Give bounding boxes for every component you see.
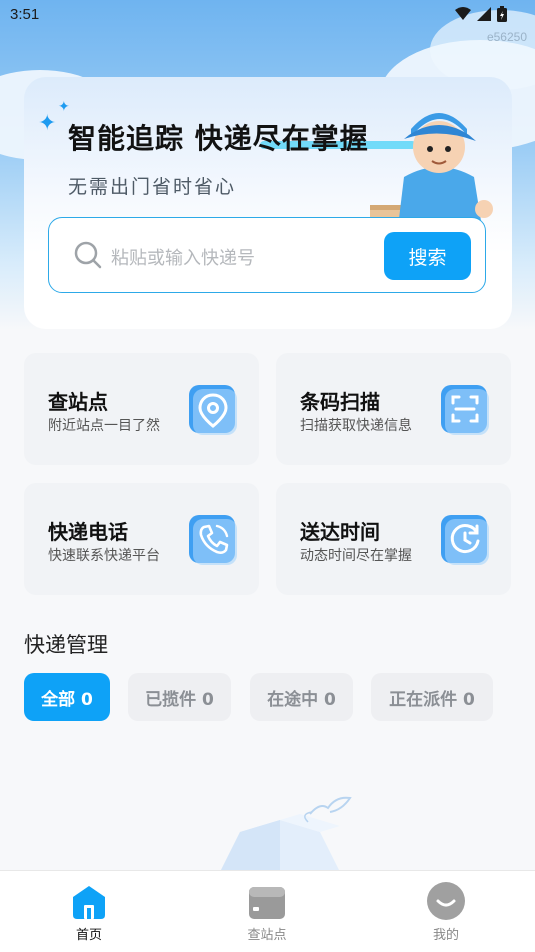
hero-card: ✦ ✦ 智能追踪 快递尽在掌握 无需出门省时省心 粘贴或输入快递号 搜索 bbox=[24, 77, 512, 329]
card-title: 快递电话 bbox=[48, 520, 128, 544]
phone-icon bbox=[189, 515, 237, 565]
battery-icon bbox=[497, 6, 507, 22]
location-pin-icon bbox=[189, 385, 237, 435]
sparkle-icon: ✦ bbox=[38, 111, 57, 136]
tab-label: 查站点 bbox=[247, 928, 287, 943]
home-icon bbox=[73, 886, 105, 919]
tab-label: 我的 bbox=[432, 928, 459, 943]
scan-icon bbox=[441, 385, 489, 435]
wifi-icon bbox=[455, 7, 471, 20]
card-title: 送达时间 bbox=[300, 520, 380, 544]
tab-home[interactable]: 首页 bbox=[0, 871, 178, 952]
filter-chip-all[interactable]: 全部 0 bbox=[24, 673, 110, 721]
status-time: 3:51 bbox=[10, 6, 40, 23]
bottom-tab-bar: 首页 查站点 我的 bbox=[0, 870, 535, 952]
search-bar[interactable]: 粘贴或输入快递号 搜索 bbox=[48, 217, 486, 293]
empty-box-illustration bbox=[220, 796, 352, 872]
filter-chip-collected[interactable]: 已揽件 0 bbox=[128, 673, 231, 721]
service-card-scan[interactable]: 条码扫描 扫描获取快递信息 bbox=[276, 353, 511, 465]
search-icon bbox=[74, 241, 102, 269]
station-icon bbox=[249, 887, 285, 919]
service-card-phone[interactable]: 快递电话 快速联系快递平台 bbox=[24, 483, 259, 595]
search-input[interactable]: 粘贴或输入快递号 bbox=[111, 244, 255, 270]
card-subtitle: 动态时间尽在掌握 bbox=[300, 548, 412, 564]
tab-label: 首页 bbox=[75, 928, 102, 943]
filter-chip-delivering[interactable]: 正在派件 0 bbox=[371, 673, 493, 721]
sparkle-icon: ✦ bbox=[58, 99, 70, 115]
search-button[interactable]: 搜索 bbox=[384, 232, 471, 280]
service-card-delivery-time[interactable]: 送达时间 动态时间尽在掌握 bbox=[276, 483, 511, 595]
section-title: 快递管理 bbox=[24, 633, 108, 657]
courier-illustration bbox=[370, 113, 493, 231]
status-icons bbox=[455, 6, 507, 22]
hero-title: 智能追踪 快递尽在掌握 bbox=[68, 122, 369, 155]
service-card-station[interactable]: 查站点 附近站点一目了然 bbox=[24, 353, 259, 465]
card-subtitle: 附近站点一目了然 bbox=[48, 418, 160, 434]
card-subtitle: 快速联系快递平台 bbox=[48, 548, 160, 564]
clock-icon bbox=[441, 515, 489, 565]
card-title: 条码扫描 bbox=[300, 390, 380, 414]
profile-icon bbox=[427, 882, 465, 920]
status-bar: 3:51 e56250 bbox=[0, 0, 535, 44]
filter-chip-in-transit[interactable]: 在途中 0 bbox=[250, 673, 353, 721]
build-tag: e56250 bbox=[486, 30, 527, 44]
hero-subtitle: 无需出门省时省心 bbox=[68, 176, 237, 198]
tab-station[interactable]: 查站点 bbox=[178, 871, 356, 952]
signal-icon bbox=[477, 7, 491, 21]
tab-profile[interactable]: 我的 bbox=[357, 871, 535, 952]
card-subtitle: 扫描获取快递信息 bbox=[300, 418, 412, 434]
card-title: 查站点 bbox=[48, 390, 108, 414]
